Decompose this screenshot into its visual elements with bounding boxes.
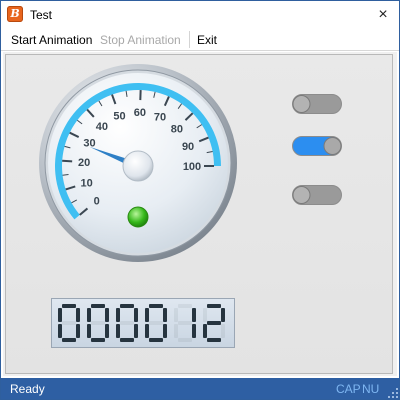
lit-segment xyxy=(91,338,105,342)
stop-animation-menu-item[interactable]: Stop Animation xyxy=(100,33,181,47)
lit-segment xyxy=(134,308,138,322)
toggle-switch-3[interactable] xyxy=(292,185,342,205)
lit-segment xyxy=(163,308,167,322)
lit-segment xyxy=(116,324,120,338)
window-title: Test xyxy=(30,8,53,22)
lit-segment xyxy=(192,308,196,322)
unlit-segment xyxy=(62,321,76,325)
lit-segment xyxy=(76,308,80,322)
speed-gauge: 010 20 3040 50 60 70 80 90 100 xyxy=(39,64,237,262)
title-bar: B Test × xyxy=(1,1,399,29)
unlit-segment xyxy=(91,321,105,325)
lit-segment xyxy=(91,304,105,308)
unlit-segment xyxy=(203,308,207,322)
close-button[interactable]: × xyxy=(367,1,399,29)
gauge-scale-label: 90 xyxy=(182,141,194,153)
lit-segment xyxy=(120,304,134,308)
caps-lock-indicator: CAP xyxy=(336,382,361,396)
gauge-scale-label: 40 xyxy=(96,121,108,133)
lit-segment xyxy=(149,338,163,342)
menu-bar: Start Animation Stop Animation Exit xyxy=(1,29,399,51)
gauge-scale-label: 70 xyxy=(154,112,166,124)
status-text: Ready xyxy=(10,382,45,396)
lit-segment xyxy=(76,324,80,338)
digit-counter-display xyxy=(51,298,235,348)
resize-grip-icon[interactable] xyxy=(388,388,398,398)
lit-segment xyxy=(207,321,221,325)
lit-segment xyxy=(221,308,225,322)
lit-segment xyxy=(163,324,167,338)
toggle-switch-graphic xyxy=(292,94,342,114)
lit-segment xyxy=(105,324,109,338)
lit-segment xyxy=(203,324,207,338)
lit-segment xyxy=(207,304,221,308)
exit-menu-item[interactable]: Exit xyxy=(197,33,217,47)
lit-segment xyxy=(120,338,134,342)
lit-segment xyxy=(134,324,138,338)
gauge-major-tick xyxy=(62,159,73,163)
lit-segment xyxy=(87,308,91,322)
unlit-segment xyxy=(178,338,192,342)
app-logo-icon: B xyxy=(7,6,23,22)
gauge-scale-label: 100 xyxy=(183,161,201,173)
lit-segment xyxy=(62,338,76,342)
gauge-scale-label: 0 xyxy=(94,196,100,208)
unlit-segment xyxy=(178,304,192,308)
unlit-segment xyxy=(149,321,163,325)
gauge-scale-label: 10 xyxy=(81,178,93,190)
lit-segment xyxy=(62,304,76,308)
toggle-switch-2[interactable] xyxy=(292,136,342,156)
seven-segment-digits xyxy=(58,304,225,342)
num-lock-indicator: NU xyxy=(362,382,380,396)
app-icon-letter: B xyxy=(10,7,20,20)
toggle-switch-1[interactable] xyxy=(292,94,342,114)
status-bar: Ready CAP NU xyxy=(1,378,399,399)
lit-segment xyxy=(145,308,149,322)
toggle-switch-graphic xyxy=(292,136,342,156)
gauge-status-led xyxy=(127,206,149,228)
lit-segment xyxy=(87,324,91,338)
lit-segment xyxy=(192,324,196,338)
lit-segment xyxy=(149,304,163,308)
gauge-scale-label: 60 xyxy=(134,107,146,119)
gauge-scale-label: 80 xyxy=(171,123,183,135)
lit-segment xyxy=(58,308,62,322)
menu-separator xyxy=(189,31,190,48)
unlit-segment xyxy=(174,308,178,322)
app-window: B Test × Start Animation Stop Animation … xyxy=(0,0,400,400)
lit-segment xyxy=(58,324,62,338)
start-animation-menu-item[interactable]: Start Animation xyxy=(11,33,92,47)
lit-segment xyxy=(116,308,120,322)
gauge-needle-cap xyxy=(122,150,154,182)
lit-segment xyxy=(207,338,221,342)
unlit-segment xyxy=(174,324,178,338)
gauge-scale-label: 30 xyxy=(83,137,95,149)
unlit-segment xyxy=(221,324,225,338)
lit-segment xyxy=(105,308,109,322)
unlit-segment xyxy=(178,321,192,325)
gauge-scale-label: 50 xyxy=(113,110,125,122)
unlit-segment xyxy=(120,321,134,325)
gauge-scale-label: 20 xyxy=(78,157,90,169)
toggle-switch-graphic xyxy=(292,185,342,205)
lit-segment xyxy=(145,324,149,338)
